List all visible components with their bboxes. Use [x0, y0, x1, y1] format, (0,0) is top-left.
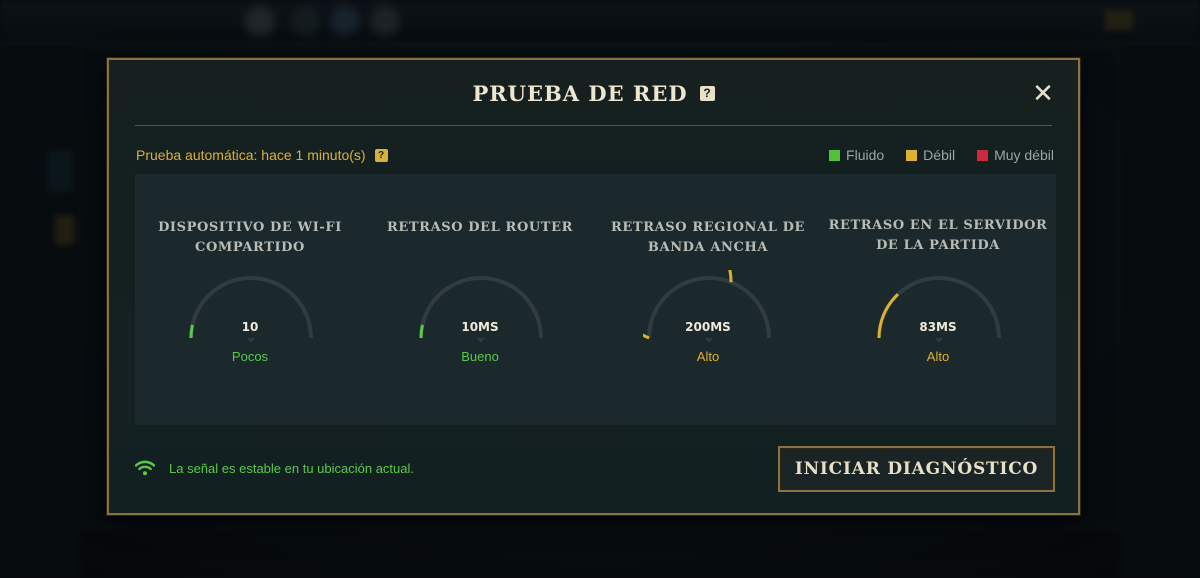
- metric-title-line: RETRASO DEL ROUTER: [386, 220, 573, 235]
- metric-value: 10: [241, 320, 259, 334]
- metric-game-server-delay: RETRASO EN EL SERVIDOR DE LA PARTIDA 83M…: [823, 174, 1053, 425]
- metric-title-line: COMPARTIDO: [195, 240, 305, 255]
- start-diagnostic-button[interactable]: INICIAR DIAGNÓSTICO: [778, 446, 1055, 492]
- wifi-icon: [135, 460, 155, 476]
- metric-title: RETRASO DEL ROUTER: [365, 218, 595, 238]
- legend-label: Débil: [923, 147, 956, 163]
- legend-swatch: [829, 149, 841, 161]
- legend-label: Fluido: [846, 147, 885, 163]
- metric-title-line: DISPOSITIVO DE WI-FI: [158, 220, 342, 235]
- metric-title-line: RETRASO REGIONAL DE: [611, 220, 805, 235]
- metric-status: Alto: [696, 349, 720, 364]
- legend-item-fluido: Fluido: [829, 147, 884, 163]
- signal-status: La señal es estable en tu ubicación actu…: [135, 460, 414, 476]
- legend-swatch: [906, 149, 918, 161]
- auto-test-status: Prueba automática: hace 1 minuto(s) ?: [136, 147, 388, 163]
- metric-title-line: DE LA PARTIDA: [876, 238, 1000, 253]
- metric-title: DISPOSITIVO DE WI-FI COMPARTIDO: [135, 218, 365, 258]
- dialog-title: PRUEBA DE RED: [472, 80, 688, 106]
- gauge-pointer: [705, 338, 713, 342]
- metric-value: 10MS: [461, 320, 499, 334]
- legend-label: Muy débil: [994, 147, 1054, 163]
- metric-router-delay: RETRASO DEL ROUTER 10MS Bueno: [365, 174, 595, 425]
- metric-status: Pocos: [231, 349, 269, 364]
- close-button[interactable]: ✕: [1030, 80, 1056, 106]
- legend-item-debil: Débil: [906, 147, 955, 163]
- metrics-panel: DISPOSITIVO DE WI-FI COMPARTIDO 10 Pocos…: [135, 174, 1056, 425]
- help-icon[interactable]: ?: [374, 148, 388, 162]
- help-icon[interactable]: ?: [699, 85, 715, 101]
- metric-title: RETRASO REGIONAL DE BANDA ANCHA: [593, 218, 823, 258]
- auto-test-text: Prueba automática: hace 1 minuto(s): [136, 147, 366, 163]
- metric-wifi-devices: DISPOSITIVO DE WI-FI COMPARTIDO 10 Pocos: [135, 174, 365, 425]
- metric-title-line: BANDA ANCHA: [647, 240, 769, 255]
- close-icon: ✕: [1032, 78, 1054, 108]
- metric-value: 83MS: [919, 320, 957, 334]
- dialog-header: PRUEBA DE RED ?: [109, 60, 1078, 126]
- network-test-dialog: PRUEBA DE RED ? ✕ Prueba automática: hac…: [107, 58, 1080, 515]
- metric-regional-broadband-delay: RETRASO REGIONAL DE BANDA ANCHA 200MS Al…: [593, 174, 823, 425]
- gauge-pointer: [477, 338, 485, 342]
- metric-status: Alto: [926, 349, 950, 364]
- gauge-pointer: [247, 338, 255, 342]
- metric-value: 200MS: [685, 320, 731, 334]
- legend-item-muy-debil: Muy débil: [977, 147, 1054, 163]
- gauge-pointer: [935, 338, 943, 342]
- legend-swatch: [977, 149, 989, 161]
- metric-status: Bueno: [461, 349, 499, 364]
- metric-title-line: RETRASO EN EL SERVIDOR: [828, 218, 1048, 233]
- metric-title: RETRASO EN EL SERVIDOR DE LA PARTIDA: [823, 216, 1053, 256]
- legend: Fluido Débil Muy débil: [829, 147, 1054, 163]
- header-divider: [135, 125, 1052, 126]
- signal-text: La señal es estable en tu ubicación actu…: [169, 460, 415, 476]
